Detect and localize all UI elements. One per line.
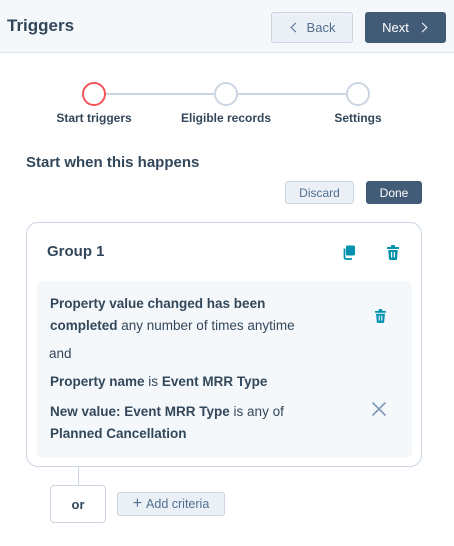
criteria-new-value-value: Planned Cancellation	[50, 426, 187, 441]
plus-icon: +	[132, 495, 143, 512]
criteria-property-op: is	[144, 374, 162, 389]
add-criteria-button[interactable]: + Add criteria	[117, 492, 225, 516]
criteria-new-value-op: is any of	[229, 404, 284, 419]
criteria-item[interactable]: Property value changed has been complete…	[37, 281, 412, 458]
section-title: Start when this happens	[26, 154, 200, 171]
criteria-event-label: Property value changed has been	[50, 296, 266, 311]
chevron-left-icon	[290, 22, 300, 33]
criteria-line-1: Property value changed has been	[50, 293, 265, 315]
criteria-new-value-label: New value: Event MRR Type	[50, 404, 230, 419]
close-icon[interactable]	[370, 400, 388, 418]
step-dot-start-triggers[interactable]	[82, 82, 106, 106]
criteria-line-2: completed any number of times anytime	[50, 315, 295, 337]
or-button[interactable]: or	[50, 485, 106, 523]
done-button[interactable]: Done	[366, 181, 422, 204]
step-dot-eligible-records[interactable]	[214, 82, 238, 106]
add-criteria-label: Add criteria	[146, 497, 210, 511]
discard-button[interactable]: Discard	[285, 181, 354, 204]
criteria-new-value-line: New value: Event MRR Type is any of	[50, 401, 284, 423]
step-label-start-triggers[interactable]: Start triggers	[56, 111, 131, 125]
criteria-property-label: Property name	[50, 374, 145, 389]
criteria-frequency: any number of times anytime	[117, 318, 295, 333]
stepper-connector	[106, 93, 214, 95]
next-button[interactable]: Next	[365, 12, 446, 43]
page-title: Triggers	[7, 16, 75, 35]
criteria-new-value-values: Planned Cancellation	[50, 423, 187, 445]
clone-icon[interactable]	[340, 243, 358, 261]
criteria-property-line: Property name is Event MRR Type	[50, 371, 267, 393]
trigger-group-card: Group 1 Property value changed has been …	[26, 222, 422, 467]
criteria-event-status: completed	[50, 318, 118, 333]
step-label-eligible-records[interactable]: Eligible records	[181, 111, 271, 125]
page-header: Triggers Back Next	[0, 0, 454, 53]
group-title: Group 1	[47, 243, 105, 260]
next-button-label: Next	[382, 20, 409, 35]
trash-icon[interactable]	[384, 243, 402, 261]
back-button[interactable]: Back	[271, 12, 353, 43]
criteria-and-connector: and	[49, 346, 72, 361]
chevron-right-icon	[417, 22, 428, 33]
trash-icon[interactable]	[371, 307, 389, 325]
stepper-connector	[238, 93, 346, 95]
back-button-label: Back	[306, 20, 336, 35]
step-label-settings[interactable]: Settings	[334, 111, 381, 125]
criteria-property-value: Event MRR Type	[161, 374, 268, 389]
step-dot-settings[interactable]	[346, 82, 370, 106]
group-connector-line	[78, 467, 79, 485]
